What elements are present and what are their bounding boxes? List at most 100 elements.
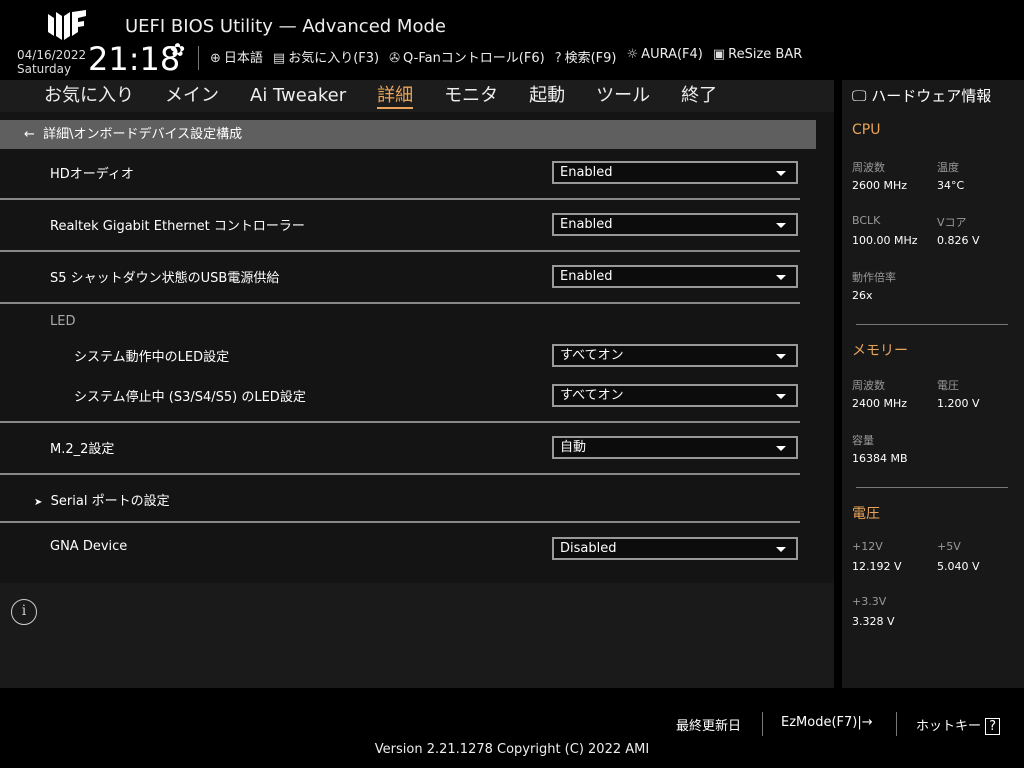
tab-6[interactable]: ツール xyxy=(596,80,650,112)
divider xyxy=(0,473,800,475)
label: +5V xyxy=(937,540,961,553)
cpu-vcore: 0.826 V xyxy=(937,234,980,247)
volt-12v: 12.192 V xyxy=(852,560,902,573)
breadcrumb-text: 詳細\オンボードデバイス設定構成 xyxy=(43,127,243,142)
hotkeys-button[interactable]: ホットキー ? xyxy=(916,715,1001,735)
divider xyxy=(0,302,800,304)
toolbar-item-0[interactable]: ⊕ 日本語 xyxy=(210,47,263,66)
toolbar-item-5[interactable]: ▣ ReSize BAR xyxy=(713,47,802,66)
weekday: Saturday xyxy=(17,62,72,76)
label: BCLK xyxy=(852,214,881,227)
toolbar-item-1[interactable]: ▤ お気に入り(F3) xyxy=(273,47,379,66)
chevron-down-icon xyxy=(776,394,786,399)
tab-0[interactable]: お気に入り xyxy=(44,80,134,112)
cpu-section-title: CPU xyxy=(852,122,881,138)
dropdown-value: Enabled xyxy=(560,217,613,232)
chevron-down-icon xyxy=(776,446,786,451)
divider xyxy=(0,421,800,423)
label: +3.3V xyxy=(852,595,887,608)
search-help-icon: ? xyxy=(554,51,562,66)
setting-label-realtek: Realtek Gigabit Ethernet コントローラー xyxy=(50,219,305,234)
toolbar: ⊕ 日本語 ▤ お気に入り(F3) ✇ Q-Fanコントロール(F6)? 検索(F9) ☼ AU… xyxy=(210,47,802,66)
cpu-bclk: 100.00 MHz xyxy=(852,234,918,247)
led-stop-dropdown[interactable]: すべてオン xyxy=(552,384,798,407)
toolbar-item-2[interactable]: ✇ Q-Fanコントロール(F6) xyxy=(389,47,545,66)
tab-4[interactable]: モニタ xyxy=(444,80,498,112)
tab-7[interactable]: 終了 xyxy=(681,80,717,112)
dropdown-value: 自動 xyxy=(560,440,587,455)
chevron-down-icon xyxy=(776,547,786,552)
realtek-dropdown[interactable]: Enabled xyxy=(552,213,798,236)
breadcrumb[interactable]: ← 詳細\オンボードデバイス設定構成 xyxy=(0,120,816,149)
tab-5[interactable]: 起動 xyxy=(529,80,565,112)
dropdown-value: Enabled xyxy=(560,165,613,180)
aura-icon: ☼ xyxy=(626,47,639,62)
main-tabs: お気に入り メイン Ai Tweaker 詳細 モニタ 起動 ツール 終了 xyxy=(0,80,834,112)
hd-audio-dropdown[interactable]: Enabled xyxy=(552,161,798,184)
toolbar-label: お気に入り(F3) xyxy=(288,51,380,66)
gear-icon[interactable]: ✿ xyxy=(170,40,185,61)
ezmode-button[interactable]: EzMode(F7)|→ xyxy=(781,715,873,730)
cpu-ratio: 26x xyxy=(852,289,873,302)
tab-3[interactable]: 詳細 xyxy=(377,80,414,112)
led-section-label: LED xyxy=(50,314,76,329)
version-text: Version 2.21.1278 Copyright (C) 2022 AMI xyxy=(374,742,650,757)
dropdown-value: すべてオン xyxy=(560,348,624,363)
divider xyxy=(856,324,1008,325)
setting-label-s5-usb: S5 シャットダウン状態のUSB電源供給 xyxy=(50,271,280,286)
date: 04/16/2022 xyxy=(17,48,87,62)
panel-title: ハードウェア情報 xyxy=(871,87,992,105)
dropdown-value: Enabled xyxy=(560,269,613,284)
divider xyxy=(856,487,1008,488)
favorites-icon: ▤ xyxy=(272,51,286,66)
toolbar-label: AURA(F4) xyxy=(641,47,703,62)
divider xyxy=(198,46,199,70)
label: 動作倍率 xyxy=(852,271,896,284)
submenu-label: Serial ポートの設定 xyxy=(50,494,170,509)
toolbar-label: 検索(F9) xyxy=(564,51,617,66)
tuf-logo xyxy=(48,10,86,40)
volt-3v3: 3.328 V xyxy=(852,615,895,628)
label: Vコア xyxy=(937,216,967,229)
dropdown-value: Disabled xyxy=(560,541,617,556)
chevron-down-icon xyxy=(776,223,786,228)
setting-label-gna: GNA Device xyxy=(50,539,128,554)
s5-usb-dropdown[interactable]: Enabled xyxy=(552,265,798,288)
chevron-right-icon: ➤ xyxy=(34,497,43,508)
divider xyxy=(896,712,897,736)
app-title: UEFI BIOS Utility — Advanced Mode xyxy=(125,16,446,37)
help-info-panel xyxy=(0,583,834,688)
hotkeys-label: ホットキー xyxy=(916,719,982,734)
mem-volt: 1.200 V xyxy=(937,397,980,410)
tab-2[interactable]: Ai Tweaker xyxy=(250,80,346,112)
last-modified-button[interactable]: 最終更新日 xyxy=(676,715,741,734)
chevron-down-icon xyxy=(776,275,786,280)
voltage-section-title: 電圧 xyxy=(852,506,880,522)
toolbar-item-4[interactable]: ☼ AURA(F4) xyxy=(627,47,703,66)
memory-section-title: メモリー xyxy=(852,343,908,359)
m2-dropdown[interactable]: 自動 xyxy=(552,436,798,459)
toolbar-item-3[interactable]: ? 検索(F9) xyxy=(555,47,617,66)
hardware-info-title: 🖵 ハードウェア情報 xyxy=(852,85,991,106)
chevron-down-icon xyxy=(776,171,786,176)
setting-label-m2: M.2_2設定 xyxy=(50,442,115,457)
label: 周波数 xyxy=(852,161,885,174)
serial-port-submenu[interactable]: ➤ Serial ポートの設定 xyxy=(34,490,170,509)
chevron-down-icon xyxy=(776,354,786,359)
label: +12V xyxy=(852,540,883,553)
label: 容量 xyxy=(852,434,874,447)
divider xyxy=(762,712,763,736)
divider xyxy=(0,521,800,523)
date-display: 04/16/2022 Saturday xyxy=(17,48,86,76)
setting-label-led-run: システム動作中のLED設定 xyxy=(74,350,230,365)
monitor-icon: 🖵 xyxy=(852,87,867,105)
tab-1[interactable]: メイン xyxy=(165,80,219,112)
fan-icon: ✇ xyxy=(389,51,401,66)
clock: 21:18 xyxy=(88,40,181,78)
back-arrow-icon[interactable]: ← xyxy=(24,127,35,142)
led-run-dropdown[interactable]: すべてオン xyxy=(552,344,798,367)
gna-dropdown[interactable]: Disabled xyxy=(552,537,798,560)
setting-label-led-stop: システム停止中 (S3/S4/S5) のLED設定 xyxy=(74,390,306,405)
setting-label-hd-audio: HDオーディオ xyxy=(50,167,134,182)
globe-icon: ⊕ xyxy=(210,51,221,66)
